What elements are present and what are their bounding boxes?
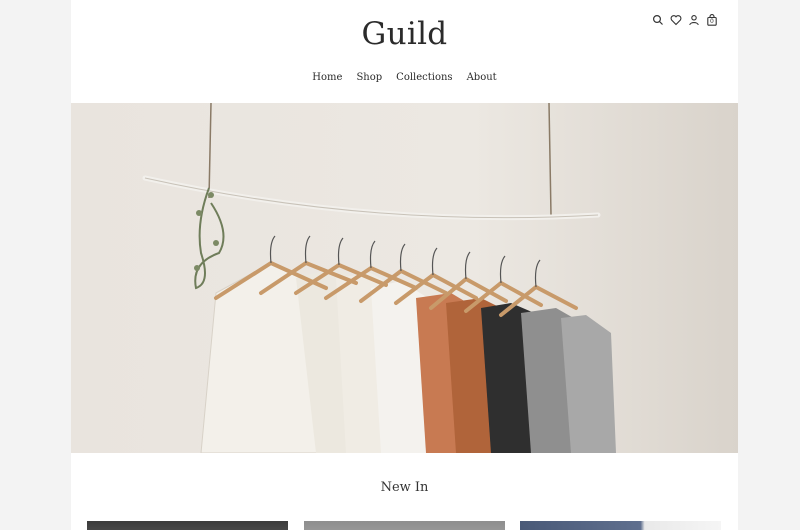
product-card[interactable]: [304, 521, 505, 530]
user-icon[interactable]: [688, 14, 700, 26]
main-nav: Home Shop Collections About: [71, 72, 738, 83]
product-card[interactable]: [520, 521, 721, 530]
product-card[interactable]: [87, 521, 288, 530]
nav-item-home[interactable]: Home: [312, 72, 342, 83]
header-icons: 0: [652, 14, 718, 26]
cart-count: 0: [710, 18, 714, 25]
nav-item-collections[interactable]: Collections: [396, 72, 452, 83]
brand-logo[interactable]: Guild: [71, 16, 738, 52]
hero-image: [71, 103, 738, 453]
heart-icon[interactable]: [670, 14, 682, 26]
search-icon[interactable]: [652, 14, 664, 26]
page: Guild 0 Home Shop Collections About New …: [71, 0, 738, 530]
section-title-new-in: New In: [380, 480, 429, 495]
cart-icon[interactable]: 0: [706, 14, 718, 26]
nav-item-about[interactable]: About: [467, 72, 497, 83]
nav-item-shop[interactable]: Shop: [356, 72, 382, 83]
